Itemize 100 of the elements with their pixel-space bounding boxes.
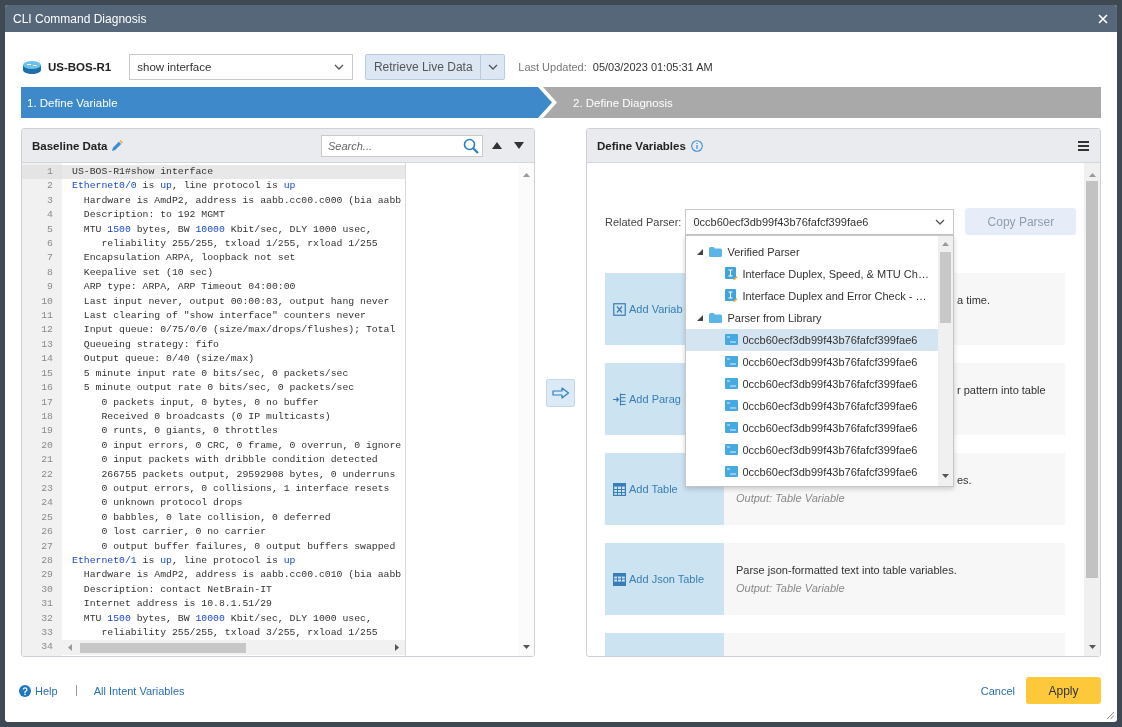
tree-item[interactable]: 0ccb60ecf3db99f43b76fafcf399fae6 [686,328,939,351]
line-number: 30 [40,582,54,597]
code-line: 5 minute output rate 0 bits/sec, 0 packets/sec [82,381,356,396]
tile-icon [725,356,739,367]
code-line: Queueing strategy: fifo [82,337,220,352]
line-number: 9 [46,280,54,295]
line-number: 18 [40,409,54,424]
code-line: Last clearing of "show interface" counters never [82,309,367,324]
tile-icon [725,378,739,389]
scroll-up-icon[interactable] [522,173,530,177]
scroll-down-icon[interactable] [1088,645,1096,649]
tree-folder[interactable]: Verified Parser [686,240,939,263]
scrollbar-thumb[interactable] [1086,181,1098,578]
retrieve-button[interactable]: Retrieve Live Data [365,54,482,80]
scroll-up-icon[interactable] [942,241,950,246]
code-line: Received 0 broadcasts (0 IP multicasts) [100,409,332,424]
command-select[interactable]: show interface [129,54,354,80]
line-number: 23 [40,481,54,496]
expanded-caret-icon[interactable] [697,248,704,255]
line-number: 22 [40,467,54,482]
code-line: Internet address is 10.8.1.51/29 [82,597,273,612]
parser-select[interactable]: 0ccb60ecf3db99f43b76fafcf399fae6 [685,208,955,235]
search-icon[interactable] [463,137,479,154]
code-line: Encapsulation ARPA, loopback not set [82,251,297,266]
help-icon [19,684,31,697]
output-type-text: Output: Table Variable [736,581,846,595]
search-field[interactable]: Search... [321,134,483,157]
table-icon [613,482,626,496]
line-number: 6 [46,237,54,252]
code-line: Output queue: 0/40 (size/max) [82,352,256,367]
pencil-icon[interactable] [111,139,124,152]
scrollbar-thumb[interactable] [940,251,952,323]
scroll-right-icon[interactable] [395,644,399,652]
line-number: 2 [46,179,54,194]
line-number: 8 [46,265,54,280]
line-number: 4 [46,208,54,223]
vertical-scrollbar[interactable] [518,163,534,656]
line-number: 31 [40,597,54,612]
scrollbar-thumb[interactable] [80,642,246,653]
line-number: 34 [40,640,54,655]
output-type-text: Output: Table Variable [736,491,846,505]
down-triangle-icon[interactable] [514,142,524,149]
vertical-scrollbar[interactable] [938,235,954,486]
description-text: a time. [957,293,991,307]
horizontal-scrollbar[interactable] [62,640,405,655]
tile-icon [725,444,739,455]
line-number: 27 [40,539,54,554]
menu-icon[interactable] [1078,140,1089,151]
step-tab[interactable]: 1. Define Variable [21,87,552,118]
tile-icon [725,334,739,345]
cancel-link[interactable]: Cancel [980,684,1015,697]
resize-grip-icon[interactable] [1107,712,1114,719]
line-number: 17 [40,395,54,410]
code-line: 0 output errors, 0 collisions, 1 interface resets [100,481,391,496]
line-number: 1 [22,165,62,180]
json-table-icon [613,572,626,586]
line-number: 24 [40,496,54,511]
indent-list-icon [613,392,626,406]
info-icon[interactable] [690,139,703,152]
panel-title: Baseline Data [32,139,108,152]
tile-pencil-icon [725,267,739,280]
apply-button[interactable]: Apply [1026,677,1101,704]
scroll-up-icon[interactable] [1088,173,1096,177]
folder-icon [709,246,723,257]
chevron-down-icon [334,64,345,70]
tile-pencil-icon [725,289,739,302]
tile-icon [725,466,739,477]
code-line: Last input never, output 00:00:03, output hang never [82,294,391,309]
line-number: 16 [40,381,54,396]
right-arrow-icon [551,386,570,399]
chevron-down-icon [935,218,946,225]
description-text: Parse json-formatted text into table variables. [736,563,958,577]
caret-icon [487,64,498,70]
line-number: 28 [40,553,54,568]
code-line: 5 minute input rate 0 bits/sec, 0 packets/sec [82,366,350,381]
scroll-down-icon[interactable] [522,645,530,649]
router-icon [22,59,42,75]
line-number: 29 [40,568,54,583]
code-line: 0 input packets with dribble condition detected [100,453,379,468]
line-number: 10 [40,294,54,309]
scroll-left-icon[interactable] [68,644,72,652]
line-number: 32 [40,611,54,626]
code-line: 0 packets input, 0 bytes, 0 no buffer [100,395,320,410]
line-number: 13 [40,337,54,352]
dropdown-caret-button[interactable] [480,54,506,80]
scroll-down-icon[interactable] [942,473,950,478]
expanded-caret-icon[interactable] [697,314,704,321]
line-number: 21 [40,453,54,468]
all-variables-link[interactable]: All Intent Variables [93,684,185,697]
folder-icon [709,312,723,323]
description-text: es. [957,473,973,487]
code-line: Description: contact NetBrain-IT [82,582,273,597]
line-number: 20 [40,438,54,453]
help-link[interactable]: Help [19,684,58,697]
vertical-scrollbar[interactable] [1084,163,1100,656]
close-button[interactable] [1098,13,1108,24]
arrow-button[interactable] [546,378,575,407]
line-number: 5 [46,222,54,237]
up-triangle-icon[interactable] [492,142,502,149]
description-text: r pattern into table [957,383,1047,397]
